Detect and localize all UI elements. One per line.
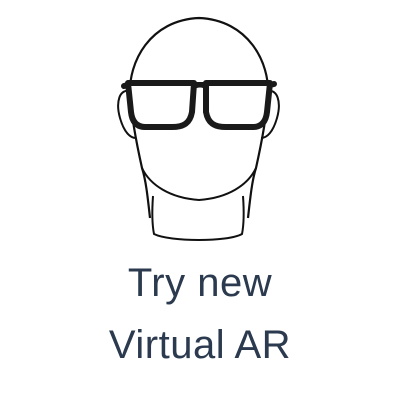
- jaw-outline: [141, 167, 257, 202]
- head-with-glasses-illustration: [117, 16, 280, 241]
- virtual-ar-promo[interactable]: Try new Virtual AR: [0, 0, 400, 400]
- left-lens: [125, 80, 197, 130]
- eyeglasses-icon: [121, 80, 277, 130]
- right-lens: [203, 80, 273, 130]
- promo-line-1: Try new: [127, 261, 273, 305]
- neck-outline: [151, 195, 245, 241]
- promo-line-2: Virtual AR: [108, 323, 292, 367]
- promo-text: Try new Virtual AR: [0, 252, 400, 376]
